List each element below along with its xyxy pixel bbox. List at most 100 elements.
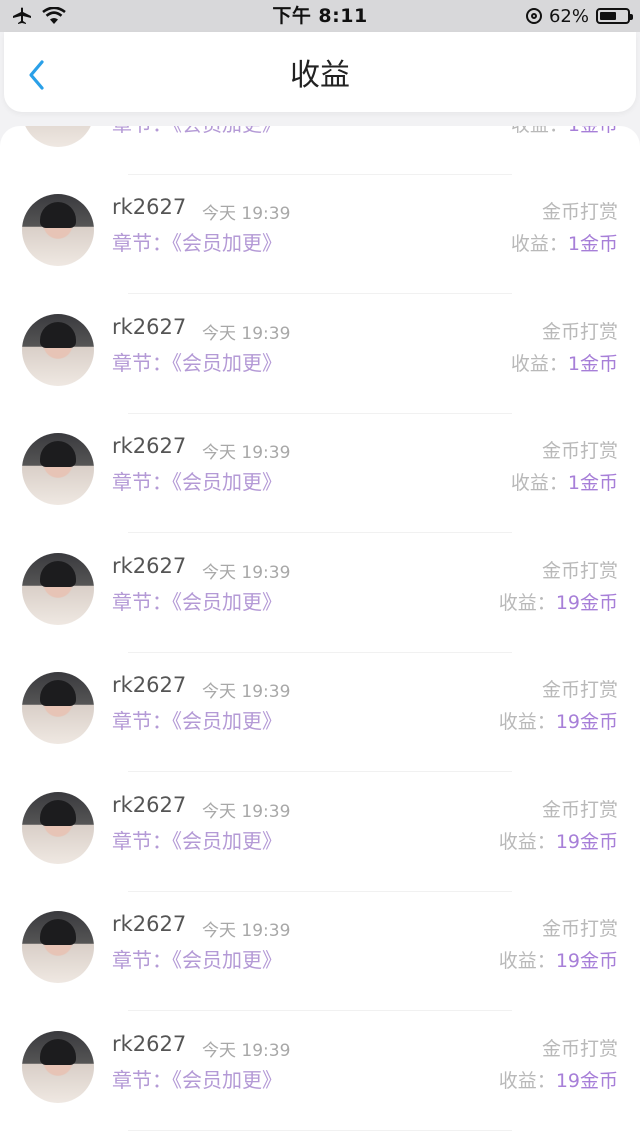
list-item[interactable]: rk2627 今天 19:39 章节：《会员加更》 金币打赏 收益：19金币 [0,534,640,653]
timestamp: 今天 19:39 [202,204,291,224]
list-item[interactable]: rk2627 今天 19:39 章节：《会员加更》 金币打赏 收益：19金币 [0,653,640,772]
reward-type: 金币打赏 [541,1037,618,1060]
avatar [22,313,94,386]
income-value: 1金币 [567,233,618,255]
username[interactable]: rk2627 [112,912,186,936]
avatar [22,1030,94,1103]
chapter-title[interactable]: 《会员加更》 [172,126,282,136]
list-item[interactable]: rk2627 今天 19:39 章节：《会员加更》 金币打赏 收益：1金币 [0,414,640,533]
list-item[interactable]: rk2627 今天 19:39 章节：《会员加更》 金币打赏 收益：19金币 [0,892,640,1011]
income-value: 1金币 [567,352,618,375]
income-value: 1金币 [567,472,618,494]
list-item[interactable]: rk2627 今天 19:39 章节：《会员加更》 金币打赏 收益：1金币 [0,175,640,294]
chapter-label: 章节： [112,589,172,614]
chapter-title[interactable]: 《会员加更》 [172,948,282,972]
income-label: 收益： [511,126,568,136]
battery-percent: 62% [548,5,589,27]
income: 收益：1金币 [511,126,618,137]
reward-type: 金币打赏 [541,201,618,223]
income: 收益：1金币 [511,349,618,376]
income: 收益：19金币 [499,707,618,734]
orientation-lock-icon [525,8,542,24]
timestamp: 今天 19:39 [202,801,291,822]
income: 收益：19金币 [499,946,618,973]
reward-type: 金币打赏 [541,320,618,343]
status-right-icons: 62% [525,5,633,27]
income-label: 收益： [510,233,568,255]
timestamp: 今天 19:39 [202,562,291,583]
reward-type: 金币打赏 [541,440,618,462]
timestamp: 今天 19:39 [202,682,291,702]
timestamp: 今天 19:39 [202,921,291,941]
page-title: 收益 [290,58,350,93]
chapter-title[interactable]: 《会员加更》 [172,829,282,853]
chapter: 章节：《会员加更》 [112,944,282,973]
income-value: 19金币 [555,830,618,853]
income-value: 1金币 [568,126,618,136]
income: 收益：1金币 [511,468,618,495]
list-item[interactable]: rk2627 今天 19:39 章节：《会员加更》 金币打赏 收益：1金币 [0,295,640,414]
chapter-title[interactable]: 《会员加更》 [172,1068,282,1092]
chapter-title[interactable]: 《会员加更》 [172,590,282,614]
income: 收益：1金币 [511,229,618,256]
status-bar: 下午 8:11 62% [0,0,640,32]
chapter-label: 章节： [112,350,172,375]
avatar [22,911,94,983]
timestamp: 今天 19:39 [202,1040,291,1061]
list-item[interactable]: rk2627 今天 19:39 章节：《会员加更》 金币打赏 收益：19金币 [0,773,640,892]
avatar [22,672,94,744]
chapter-label: 章节： [112,709,172,733]
chapter: 章节：《会员加更》 [112,705,282,734]
avatar [22,552,94,625]
income-label: 收益： [498,711,556,733]
avatar [22,433,94,505]
chapter: 章节：《会员加更》 [112,586,282,615]
battery-icon [596,8,633,24]
username[interactable]: rk2627 [112,315,186,339]
chapter: 章节：《会员加更》 [112,347,282,376]
chapter-label: 章节： [112,828,172,853]
timestamp: 今天 19:39 [202,323,291,344]
reward-type: 金币打赏 [541,798,618,821]
income-label: 收益： [510,472,568,494]
username[interactable]: rk2627 [112,1032,186,1056]
chapter-title[interactable]: 《会员加更》 [172,351,282,375]
income-label: 收益： [498,950,556,972]
income-value: 19金币 [555,711,618,733]
nav-bar: 收益 [4,32,636,112]
username[interactable]: rk2627 [112,554,186,578]
avatar [22,791,94,864]
chapter: 章节：《会员加更》 [112,466,282,495]
chapter: 章节：《会员加更》 [112,1064,282,1093]
income-value: 19金币 [555,950,618,972]
income-label: 收益： [498,830,556,853]
income: 收益：19金币 [499,827,618,854]
chapter: 章节：《会员加更》 [112,126,282,137]
income: 收益：19金币 [499,588,618,615]
avatar [22,126,94,147]
income-label: 收益： [510,352,568,375]
income-list[interactable]: 章节：《会员加更》 收益：1金币 rk2627 今天 19:39 章节：《会员加… [0,126,640,1138]
income-value: 19金币 [555,1069,618,1092]
chapter: 章节：《会员加更》 [112,825,282,854]
timestamp: 今天 19:39 [202,443,291,463]
chapter-label: 章节： [112,126,172,136]
username[interactable]: rk2627 [112,195,186,219]
reward-type: 金币打赏 [541,559,618,582]
chapter-label: 章节： [112,231,172,255]
chapter-label: 章节： [112,470,172,494]
chapter: 章节：《会员加更》 [112,227,282,256]
reward-type: 金币打赏 [541,918,618,940]
income-value: 19金币 [555,591,618,614]
list-item[interactable]: rk2627 今天 19:39 章节：《会员加更》 金币打赏 收益：19金币 [0,1012,640,1131]
username[interactable]: rk2627 [112,434,186,458]
chapter-title[interactable]: 《会员加更》 [172,470,282,494]
list-item-partial[interactable]: 章节：《会员加更》 收益：1金币 [0,126,640,175]
income-label: 收益： [498,591,556,614]
chapter-title[interactable]: 《会员加更》 [172,231,282,255]
username[interactable]: rk2627 [112,793,186,817]
username[interactable]: rk2627 [112,673,186,697]
income-label: 收益： [498,1069,556,1092]
chapter-title[interactable]: 《会员加更》 [172,709,282,733]
income: 收益：19金币 [499,1066,618,1093]
